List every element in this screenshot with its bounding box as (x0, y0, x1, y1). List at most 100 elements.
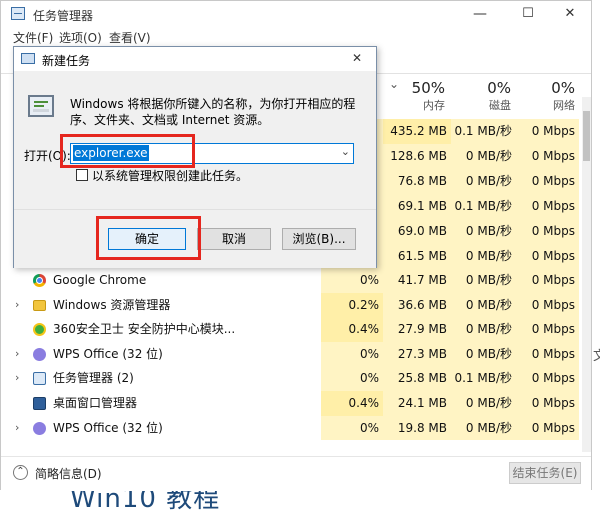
memory-cell: 69.1 MB (383, 194, 451, 219)
table-row[interactable]: 桌面窗口管理器 0.4% 24.1 MB 0 MB/秒 0 Mbps (1, 391, 583, 416)
network-cell: 0 Mbps (518, 244, 579, 269)
admin-checkbox[interactable] (76, 169, 88, 181)
network-cell: 0 Mbps (518, 169, 579, 194)
disk-cell: 0 MB/秒 (451, 219, 518, 244)
dialog-run-icon (21, 53, 35, 64)
cpu-cell: 0% (321, 366, 383, 391)
memory-cell: 76.8 MB (383, 169, 451, 194)
network-cell: 0 Mbps (518, 119, 579, 144)
column-disk[interactable]: 0% 磁盘 (459, 79, 511, 113)
cpu-cell: 0.4% (321, 391, 383, 416)
memory-cell: 25.8 MB (383, 366, 451, 391)
memory-cell: 24.1 MB (383, 391, 451, 416)
disk-cell: 0 MB/秒 (451, 244, 518, 269)
title-bar: 任务管理器 — ☐ ✕ (1, 1, 591, 28)
disk-cell: 0 MB/秒 (451, 391, 518, 416)
dialog-description: Windows 将根据你所键入的名称，为你打开相应的程序、文件夹、文档或 Int… (70, 97, 356, 127)
collapse-chevron-icon[interactable]: ⌃ (13, 465, 28, 480)
memory-cell: 19.8 MB (383, 415, 451, 441)
network-cell: 0 Mbps (518, 292, 579, 318)
chrome-icon (33, 274, 46, 287)
browse-button[interactable]: 浏览(B)... (282, 228, 356, 250)
scrollbar-thumb[interactable] (583, 111, 590, 161)
disk-cell: 0.1 MB/秒 (451, 194, 518, 219)
cpu-cell: 0.2% (321, 292, 383, 318)
expand-chevron[interactable]: › (15, 416, 19, 441)
network-cell: 0 Mbps (518, 144, 579, 169)
expand-chevron[interactable]: › (15, 342, 19, 367)
process-name: 任务管理器 (2) (53, 371, 134, 386)
menu-view[interactable]: 查看(V) (109, 29, 151, 46)
memory-cell: 36.6 MB (383, 292, 451, 318)
network-cell: 0 Mbps (518, 415, 579, 441)
memory-label: 内存 (423, 99, 445, 112)
table-row[interactable]: › 任务管理器 (2) 0% 25.8 MB 0.1 MB/秒 0 Mbps (1, 366, 583, 391)
table-row[interactable]: › WPS Office (32 位) 0% 19.8 MB 0 MB/秒 0 … (1, 415, 583, 441)
disk-cell: 0.1 MB/秒 (451, 119, 518, 144)
fewer-details-link[interactable]: 简略信息(D) (35, 465, 102, 482)
expand-chevron[interactable]: › (15, 366, 19, 391)
process-name: Windows 资源管理器 (53, 297, 171, 312)
menu-file[interactable]: 文件(F) (13, 29, 53, 46)
table-row[interactable]: › WPS Office (32 位) 0% 27.3 MB 0 MB/秒 0 … (1, 341, 583, 367)
network-label: 网络 (553, 99, 575, 112)
shield-icon (33, 323, 46, 337)
folder-icon (33, 299, 46, 311)
network-percent: 0% (551, 79, 575, 97)
wps-icon (33, 421, 46, 435)
end-task-button[interactable]: 结束任务(E) (509, 462, 581, 484)
process-name: 360安全卫士 安全防护中心模块... (53, 322, 236, 337)
dialog-title: 新建任务 (42, 54, 91, 68)
table-row[interactable]: Google Chrome 0% 41.7 MB 0 MB/秒 0 Mbps (1, 268, 583, 293)
background-side-text-right: 文 (593, 349, 600, 364)
network-cell: 0 Mbps (518, 366, 579, 391)
task-manager-app-icon (11, 7, 25, 20)
process-name: 桌面窗口管理器 (53, 396, 138, 410)
disk-cell: 0.1 MB/秒 (451, 366, 518, 391)
menu-options[interactable]: 选项(O) (59, 29, 102, 46)
run-program-icon (28, 95, 54, 117)
memory-cell: 435.2 MB (383, 119, 451, 144)
ok-button-highlight-box (96, 216, 201, 260)
cpu-cell: 0% (321, 268, 383, 293)
cancel-button[interactable]: 取消 (197, 228, 271, 250)
admin-checkbox-label: 以系统管理权限创建此任务。 (92, 169, 249, 183)
disk-cell: 0 MB/秒 (451, 268, 518, 293)
memory-cell: 41.7 MB (383, 268, 451, 293)
maximize-button[interactable]: ☐ (507, 1, 549, 27)
process-name: WPS Office (32 位) (53, 346, 163, 361)
expand-chevron[interactable]: › (15, 293, 19, 318)
column-memory[interactable]: 50% 内存 (393, 79, 445, 113)
disk-cell: 0 MB/秒 (451, 317, 518, 342)
close-button[interactable]: ✕ (549, 1, 591, 27)
disk-cell: 0 MB/秒 (451, 292, 518, 318)
table-row[interactable]: 360安全卫士 安全防护中心模块... 0.4% 27.9 MB 0 MB/秒 … (1, 317, 583, 342)
cpu-cell: 0.4% (321, 317, 383, 342)
network-cell: 0 Mbps (518, 341, 579, 367)
network-cell: 0 Mbps (518, 268, 579, 293)
disk-percent: 0% (487, 79, 511, 97)
taskmgr-icon (33, 372, 46, 386)
process-name: WPS Office (32 位) (53, 420, 163, 435)
network-cell: 0 Mbps (518, 317, 579, 342)
wps-icon (33, 347, 46, 361)
column-network[interactable]: 0% 网络 (521, 79, 575, 113)
window-title: 任务管理器 (33, 9, 94, 23)
disk-cell: 0 MB/秒 (451, 341, 518, 367)
input-highlight-box (60, 134, 195, 168)
memory-cell: 69.0 MB (383, 219, 451, 244)
table-row[interactable]: › Windows 资源管理器 0.2% 36.6 MB 0 MB/秒 0 Mb… (1, 292, 583, 318)
memory-cell: 27.3 MB (383, 341, 451, 367)
memory-percent: 50% (411, 79, 445, 97)
memory-cell: 61.5 MB (383, 244, 451, 269)
dialog-close-button[interactable]: ✕ (352, 51, 362, 65)
footer-bar: ⌃ 简略信息(D) 结束任务(E) (1, 456, 591, 491)
network-cell: 0 Mbps (518, 219, 579, 244)
dialog-title-bar: 新建任务 ✕ (14, 47, 376, 71)
disk-cell: 0 MB/秒 (451, 415, 518, 441)
dropdown-arrow-icon[interactable]: ⌄ (341, 145, 350, 158)
minimize-button[interactable]: — (459, 1, 501, 27)
cpu-cell: 0% (321, 415, 383, 441)
disk-cell: 0 MB/秒 (451, 169, 518, 194)
network-cell: 0 Mbps (518, 391, 579, 416)
